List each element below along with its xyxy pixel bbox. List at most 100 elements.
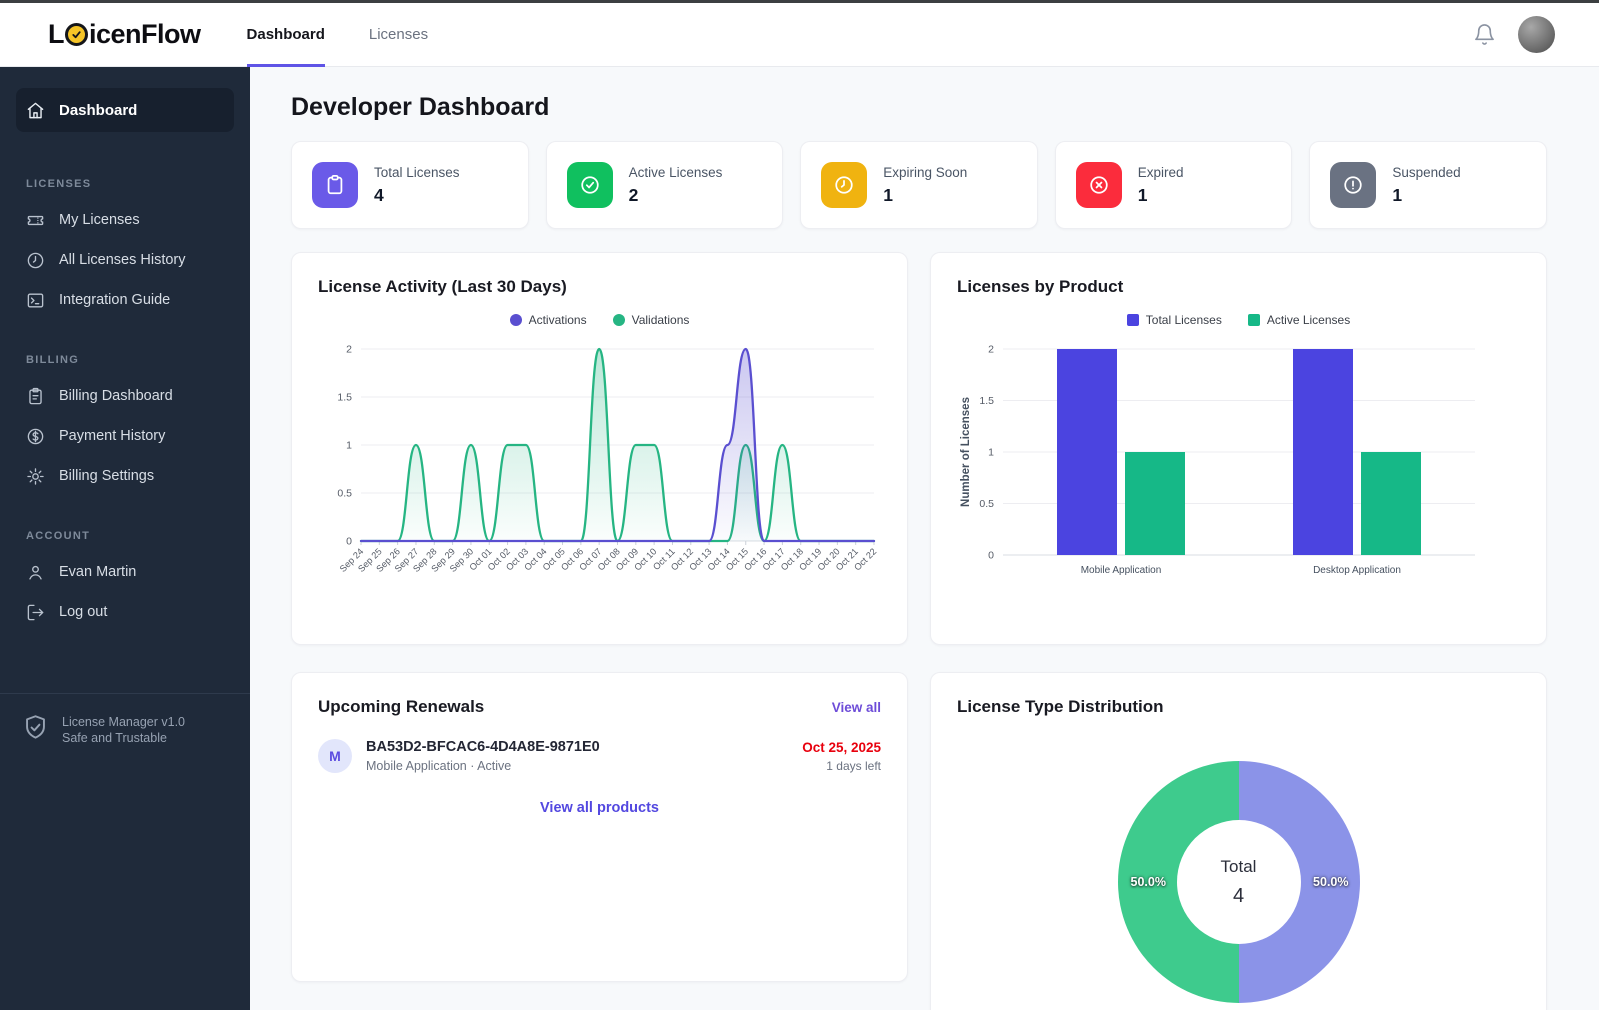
x-circle-icon xyxy=(1075,162,1122,208)
legend-item[interactable]: Activations xyxy=(509,313,587,327)
legend-swatch xyxy=(1247,314,1260,326)
svg-text:1.5: 1.5 xyxy=(337,392,352,404)
stat-card-expiring-soon: Expiring Soon 1 xyxy=(800,141,1038,229)
sidebar-item-all-licenses-history[interactable]: All Licenses History xyxy=(16,240,234,280)
sidebar-footer: License Manager v1.0 Safe and Trustable xyxy=(0,693,250,747)
alert-circle-icon xyxy=(1330,162,1377,208)
sidebar-section-account: ACCOUNT xyxy=(26,530,91,542)
view-all-link[interactable]: View all xyxy=(832,700,881,715)
stat-label: Active Licenses xyxy=(628,164,723,180)
logo-text-suffix: icenFlow xyxy=(89,19,201,49)
licenses-by-product-card: Licenses by Product Total Licenses Active… xyxy=(930,252,1547,645)
stat-card-suspended: Suspended 1 xyxy=(1309,141,1547,229)
stat-card-expired: Expired 1 xyxy=(1054,141,1293,229)
licenses-by-product-chart: 0 0.5 1 1.5 2 Number of Licenses Mobile Applic… xyxy=(957,333,1520,600)
app-tagline-text: Safe and Trustable xyxy=(62,731,167,746)
terminal-icon xyxy=(27,292,44,308)
user-icon xyxy=(29,565,42,580)
billing-clipboard-icon xyxy=(29,387,42,404)
svg-text:1.5: 1.5 xyxy=(979,395,994,407)
donut-center: Total 4 xyxy=(1176,820,1301,944)
stat-card-total-licenses: Total Licenses 4 xyxy=(291,141,529,229)
sidebar-item-profile[interactable]: Evan Martin xyxy=(16,552,234,592)
svg-text:0: 0 xyxy=(346,536,352,548)
legend-swatch xyxy=(1126,314,1139,326)
user-avatar[interactable] xyxy=(1518,16,1555,53)
donut-center-label: Total xyxy=(1220,856,1257,876)
upcoming-renewals-card: Upcoming Renewals View all M BA53D2-BFCA… xyxy=(291,672,908,982)
svg-text:Mobile Application: Mobile Application xyxy=(1081,565,1162,576)
sidebar-item-label: Billing Settings xyxy=(59,468,155,484)
license-sub-text: Mobile Application · Active xyxy=(366,759,512,773)
home-icon xyxy=(27,102,44,118)
sidebar-item-dashboard[interactable]: Dashboard xyxy=(16,88,234,132)
license-key-text: BA53D2-BFCAC6-4D4A8E-9871E0 xyxy=(366,739,600,755)
view-all-products-link[interactable]: View all products xyxy=(540,800,659,816)
legend-item[interactable]: Active Licenses xyxy=(1247,313,1350,327)
check-circle-icon xyxy=(566,162,613,208)
sidebar: Dashboard LICENSES My Licenses All Licen… xyxy=(0,67,250,1010)
sidebar-item-billing-dashboard[interactable]: Billing Dashboard xyxy=(16,376,234,416)
upcoming-renewals-title: Upcoming Renewals xyxy=(318,697,485,716)
sidebar-item-label: Evan Martin xyxy=(59,564,137,580)
license-activity-card: License Activity (Last 30 Days) Activati… xyxy=(291,252,908,645)
svg-text:1: 1 xyxy=(346,440,352,452)
donut-chart: 50.0% 50.0% Total 4 xyxy=(1117,761,1360,1003)
renewal-avatar: M xyxy=(318,739,352,773)
svg-text:0.5: 0.5 xyxy=(979,498,994,510)
sidebar-item-label: Dashboard xyxy=(59,101,138,119)
gear-icon xyxy=(27,467,44,485)
stat-label: Suspended xyxy=(1392,164,1461,180)
app-version-text: License Manager v1.0 xyxy=(62,715,185,729)
sidebar-item-logout[interactable]: Log out xyxy=(16,592,234,632)
licenses-by-product-legend: Total Licenses Active Licenses xyxy=(957,313,1520,327)
sidebar-item-my-licenses[interactable]: My Licenses xyxy=(16,200,234,240)
sidebar-item-payment-history[interactable]: Payment History xyxy=(16,416,234,456)
page-title: Developer Dashboard xyxy=(291,93,550,121)
svg-text:0: 0 xyxy=(988,550,994,562)
shield-check-icon xyxy=(26,715,45,739)
logout-icon xyxy=(27,604,44,620)
svg-text:2: 2 xyxy=(346,344,352,356)
donut-pct-right: 50.0% xyxy=(1313,875,1349,889)
stats-row: Total Licenses 4 Active Licenses 2 Expir… xyxy=(291,141,1547,229)
license-type-distribution-card: License Type Distribution 50.0% 50.0% To… xyxy=(930,672,1547,1010)
clipboard-icon xyxy=(312,162,358,208)
history-clock-icon xyxy=(27,252,44,268)
renewal-list-item[interactable]: M BA53D2-BFCAC6-4D4A8E-9871E0 Mobile App… xyxy=(318,739,881,773)
renewal-date: Oct 25, 2025 xyxy=(802,739,881,755)
legend-item[interactable]: Total Licenses xyxy=(1126,313,1222,327)
license-activity-chart: 0 0.5 1 1.5 2 Sep 24 Sep 25 Sep 26 Sep 27 Sep 28 S… xyxy=(318,333,881,600)
donut-center-value: 4 xyxy=(1232,884,1245,907)
nav-tab-dashboard[interactable]: Dashboard xyxy=(246,3,325,67)
sidebar-item-label: Payment History xyxy=(59,428,166,444)
ticket-icon xyxy=(27,215,44,225)
renewal-days-left: 1 days left xyxy=(826,758,881,773)
sidebar-item-integration-guide[interactable]: Integration Guide xyxy=(16,280,234,320)
sidebar-item-billing-settings[interactable]: Billing Settings xyxy=(16,456,234,496)
stat-value: 1 xyxy=(1137,184,1148,205)
license-activity-legend: Activations Validations xyxy=(318,313,881,327)
clock-icon xyxy=(821,162,868,208)
stat-card-active-licenses: Active Licenses 2 xyxy=(545,141,784,229)
stat-value: 1 xyxy=(1392,184,1403,205)
legend-item[interactable]: Validations xyxy=(612,313,689,327)
legend-swatch xyxy=(509,314,522,326)
stat-value: 2 xyxy=(628,184,639,205)
license-activity-title: License Activity (Last 30 Days) xyxy=(318,277,567,296)
license-type-distribution-title: License Type Distribution xyxy=(957,697,1164,716)
stat-value: 1 xyxy=(883,184,893,205)
nav-tab-licenses[interactable]: Licenses xyxy=(369,3,428,67)
svg-text:0.5: 0.5 xyxy=(337,488,352,500)
donut-pct-left: 50.0% xyxy=(1130,875,1166,889)
sidebar-section-licenses: LICENSES xyxy=(26,178,92,190)
stat-label: Expired xyxy=(1137,164,1184,180)
stat-label: Total Licenses xyxy=(374,164,460,180)
stat-value: 4 xyxy=(374,184,384,205)
svg-text:Desktop Application: Desktop Application xyxy=(1313,565,1401,576)
app-logo[interactable]: L icenFlow xyxy=(48,19,201,50)
notifications-bell-icon[interactable] xyxy=(1473,23,1496,46)
sidebar-item-label: Integration Guide xyxy=(59,292,171,308)
dollar-circle-icon xyxy=(27,428,44,444)
sidebar-item-label: My Licenses xyxy=(59,212,140,228)
